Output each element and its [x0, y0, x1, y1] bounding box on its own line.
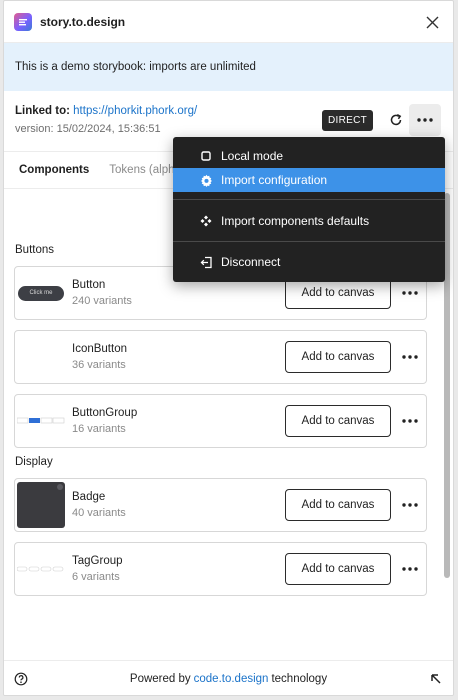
component-more-button[interactable]: [399, 412, 421, 430]
taggroup-preview: [17, 566, 64, 572]
help-icon: [14, 672, 28, 686]
component-card-badge: Badge 40 variants Add to canvas: [14, 478, 427, 532]
tab-tokens[interactable]: Tokens (alph: [109, 164, 174, 176]
component-thumbnail: Click me: [17, 270, 65, 316]
more-horizontal-icon: [402, 355, 418, 359]
section-title-buttons: Buttons: [15, 244, 54, 256]
components-icon: [199, 214, 213, 228]
component-thumbnail: [17, 546, 65, 592]
more-horizontal-icon: [402, 291, 418, 295]
title-bar: story.to.design: [4, 1, 453, 43]
component-variants: 36 variants: [72, 359, 126, 371]
demo-banner: This is a demo storybook: imports are un…: [4, 43, 453, 91]
menu-item-label: Import configuration: [221, 173, 328, 187]
menu-item-label: Local mode: [221, 149, 284, 163]
mode-badge: DIRECT: [322, 110, 374, 131]
help-button[interactable]: [14, 672, 28, 686]
component-more-button[interactable]: [399, 284, 421, 302]
add-to-canvas-button[interactable]: Add to canvas: [285, 405, 391, 437]
options-menu: Local mode Import configuration Import c…: [173, 137, 445, 282]
version-text: version: 15/02/2024, 15:36:51: [15, 123, 161, 135]
menu-separator: [173, 241, 445, 242]
component-card-iconbutton: IconButton 36 variants Add to canvas: [14, 330, 427, 384]
footer-link[interactable]: code.to.design: [194, 673, 269, 685]
section-title-display: Display: [15, 456, 53, 468]
close-icon: [426, 16, 438, 28]
close-button[interactable]: [423, 13, 441, 31]
linked-label: Linked to:: [15, 105, 70, 117]
demo-banner-text: This is a demo storybook: imports are un…: [15, 61, 256, 73]
app-title: story.to.design: [40, 14, 126, 29]
gear-icon: [199, 173, 213, 187]
component-more-button[interactable]: [399, 348, 421, 366]
more-horizontal-icon: [402, 567, 418, 571]
more-horizontal-icon: [402, 503, 418, 507]
button-preview: Click me: [18, 285, 64, 301]
plugin-window: story.to.design This is a demo storybook…: [3, 0, 454, 696]
resize-button[interactable]: [429, 672, 443, 686]
component-thumbnail: [17, 482, 65, 528]
more-horizontal-icon: [402, 419, 418, 423]
menu-separator: [173, 199, 445, 200]
menu-item-import-configuration[interactable]: Import configuration: [173, 168, 445, 192]
more-options-button[interactable]: [409, 104, 441, 136]
component-thumbnail: [17, 398, 65, 444]
add-to-canvas-button[interactable]: Add to canvas: [285, 341, 391, 373]
component-card-buttongroup: ButtonGroup 16 variants Add to canvas: [14, 394, 427, 448]
component-variants: 240 variants: [72, 295, 132, 307]
buttongroup-preview: [17, 417, 65, 424]
menu-item-import-components-defaults[interactable]: Import components defaults: [173, 209, 445, 233]
component-variants: 6 variants: [72, 571, 120, 583]
app-logo-icon: [14, 12, 32, 31]
component-card-taggroup: TagGroup 6 variants Add to canvas: [14, 542, 427, 596]
tab-components[interactable]: Components: [19, 164, 89, 176]
component-name: ButtonGroup: [72, 407, 138, 419]
linked-info: Linked to: https://phorkit.phork.org/: [15, 105, 197, 117]
square-icon: [199, 149, 213, 163]
footer-prefix: Powered by: [129, 673, 191, 685]
storybook-link[interactable]: https://phorkit.phork.org/: [73, 105, 197, 117]
menu-item-label: Disconnect: [221, 255, 281, 269]
more-horizontal-icon: [417, 118, 433, 122]
menu-item-disconnect[interactable]: Disconnect: [173, 250, 445, 274]
footer-suffix: technology: [271, 673, 328, 685]
component-variants: 16 variants: [72, 423, 126, 435]
refresh-icon: [390, 113, 402, 126]
arrow-up-left-icon: [431, 674, 441, 684]
component-name: TagGroup: [72, 555, 123, 567]
add-to-canvas-button[interactable]: Add to canvas: [285, 553, 391, 585]
sign-out-icon: [199, 255, 213, 269]
refresh-button[interactable]: [386, 110, 406, 130]
add-to-canvas-button[interactable]: Add to canvas: [285, 489, 391, 521]
component-name: Button: [72, 279, 106, 291]
component-variants: 40 variants: [72, 507, 126, 519]
badge-preview: [17, 482, 65, 528]
menu-item-label: Import components defaults: [221, 214, 370, 228]
menu-item-local-mode[interactable]: Local mode: [173, 144, 445, 168]
component-name: Badge: [72, 491, 106, 503]
footer: Powered by code.to.design technology: [4, 660, 453, 695]
badge-dot: [57, 484, 63, 490]
component-more-button[interactable]: [399, 496, 421, 514]
component-thumbnail: [17, 334, 65, 380]
component-name: IconButton: [72, 343, 127, 355]
component-more-button[interactable]: [399, 560, 421, 578]
